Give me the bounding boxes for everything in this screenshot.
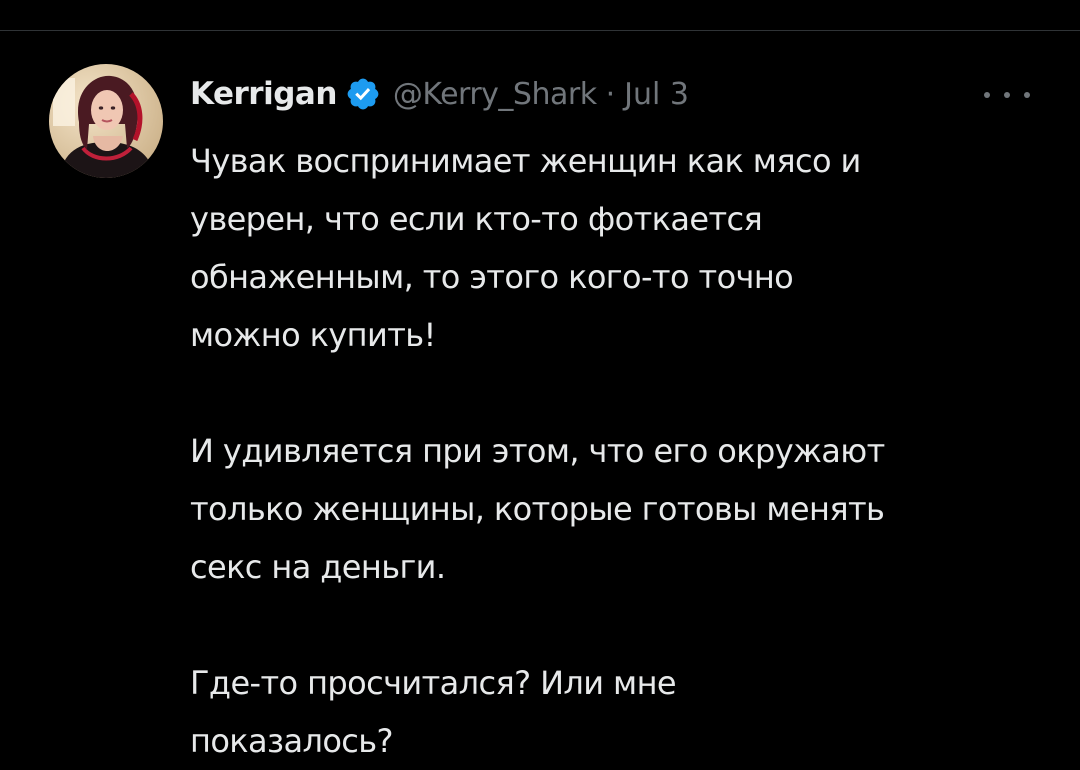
tweet-paragraph: Чувак воспринимает женщин как мясо и уве…: [190, 132, 1050, 364]
tweet[interactable]: Kerrigan @Kerry_Shark · Jul 3 Чувак восп…: [0, 31, 1080, 766]
more-dot: [984, 92, 990, 98]
avatar-image: [49, 64, 163, 178]
text-line: обнаженным, то этого кого-то точно: [190, 258, 794, 296]
text-line: Где-то просчитался? Или мне: [190, 664, 677, 702]
more-dot: [1004, 92, 1010, 98]
display-name[interactable]: Kerrigan: [190, 76, 337, 112]
avatar[interactable]: [49, 64, 163, 178]
text-line: показалось?: [190, 722, 394, 760]
more-options-icon[interactable]: [984, 89, 1030, 101]
tweet-paragraph: И удивляется при этом, что его окружают …: [190, 422, 1050, 596]
text-line: секс на деньги.: [190, 548, 446, 586]
tweet-text: Чувак воспринимает женщин как мясо и уве…: [190, 132, 1050, 770]
verified-badge-icon[interactable]: [345, 76, 381, 112]
text-line: можно купить!: [190, 316, 436, 354]
text-line: уверен, что если кто-то фоткается: [190, 200, 763, 238]
tweet-date[interactable]: Jul 3: [624, 77, 689, 112]
tweet-header: Kerrigan @Kerry_Shark · Jul 3: [190, 70, 689, 118]
separator-dot: ·: [605, 76, 616, 112]
text-line: Чувак воспринимает женщин как мясо и: [190, 142, 861, 180]
text-line: И удивляется при этом, что его окружают: [190, 432, 885, 470]
text-line: только женщины, которые готовы менять: [190, 490, 885, 528]
user-handle[interactable]: @Kerry_Shark: [393, 77, 597, 112]
more-dot: [1024, 92, 1030, 98]
tweet-paragraph: Где-то просчитался? Или мне показалось?: [190, 654, 1050, 770]
